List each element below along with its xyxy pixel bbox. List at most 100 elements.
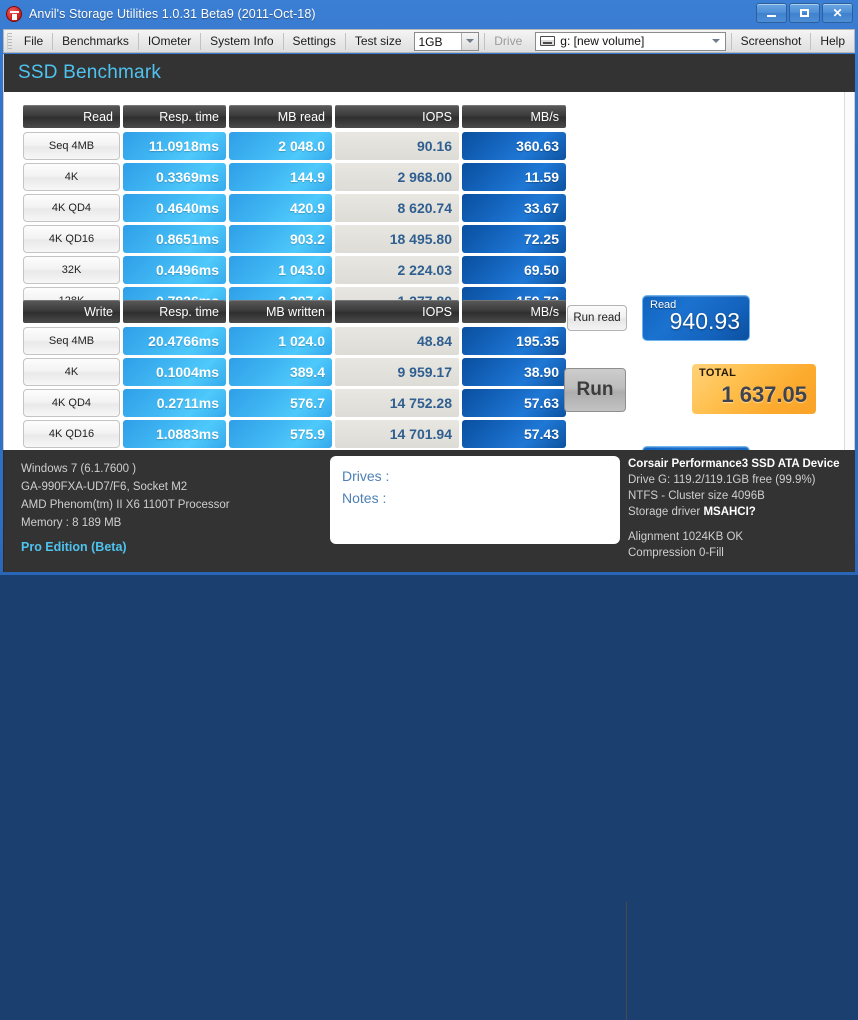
cell-iops: 14 752.28 (335, 389, 459, 417)
cell-resp-time: 0.1004ms (123, 358, 226, 386)
table-row: Seq 4MB 20.4766ms 1 024.0 48.84 195.35 (23, 327, 569, 355)
cell-mbs: 33.67 (462, 194, 566, 222)
scrollbar-track[interactable] (844, 92, 854, 450)
menu-item-screenshot[interactable]: Screenshot (732, 31, 811, 51)
drive-alignment: Alignment 1024KB OK (628, 531, 744, 543)
col-header-iops: IOPS (335, 105, 459, 128)
test-size-value: 1GB (418, 34, 443, 49)
menu-item-system-info[interactable]: System Info (201, 31, 282, 51)
col-header-mb-read: MB read (229, 105, 332, 128)
cell-mb: 1 043.0 (229, 256, 332, 284)
cell-resp-time: 0.4640ms (123, 194, 226, 222)
table-row: 4K QD4 0.4640ms 420.9 8 620.74 33.67 (23, 194, 569, 222)
drive-compression: Compression 0-Fill (628, 547, 724, 559)
col-header-mb-written: MB written (229, 300, 332, 323)
title-bar: Anvil's Storage Utilities 1.0.31 Beta9 (… (0, 0, 858, 27)
memory-info: Memory : 8 189 MB (21, 517, 122, 529)
row-label: 4K QD16 (23, 420, 120, 448)
minimize-button[interactable] (756, 3, 787, 23)
storage-driver-row: Storage driver MSAHCI? (628, 504, 840, 520)
motherboard-info: GA-990FXA-UD7/F6, Socket M2 (21, 481, 188, 493)
col-header-mbs: MB/s (462, 105, 566, 128)
page-header: SSD Benchmark (3, 54, 855, 92)
close-button[interactable]: ✕ (822, 3, 853, 23)
drive-select[interactable]: g: [new volume] (535, 31, 726, 51)
read-score-panel: Read 940.93 (642, 295, 750, 341)
col-header-resp-time: Resp. time (123, 300, 226, 323)
edition-label: Pro Edition (Beta) (21, 540, 127, 554)
drive-icon (540, 36, 556, 46)
drive-device-name: Corsair Performance3 SSD ATA Device (628, 458, 840, 470)
os-info: Windows 7 (6.1.7600 ) (21, 463, 137, 475)
chevron-down-icon[interactable] (707, 33, 725, 50)
col-header-mbs: MB/s (462, 300, 566, 323)
toolbar-grip-icon (7, 32, 12, 50)
cell-mb: 389.4 (229, 358, 332, 386)
cell-mb: 420.9 (229, 194, 332, 222)
window-controls: ✕ (756, 3, 853, 23)
cell-mbs: 57.63 (462, 389, 566, 417)
storage-driver-value: MSAHCI? (703, 506, 756, 518)
col-header-iops: IOPS (335, 300, 459, 323)
table-header-row: Read Resp. time MB read IOPS MB/s (23, 105, 569, 128)
row-label: 4K QD16 (23, 225, 120, 253)
table-row: 4K 0.3369ms 144.9 2 968.00 11.59 (23, 163, 569, 191)
cell-mb: 576.7 (229, 389, 332, 417)
menu-item-iometer[interactable]: IOmeter (139, 31, 200, 51)
window-title: Anvil's Storage Utilities 1.0.31 Beta9 (… (29, 6, 316, 21)
table-row: 4K QD16 0.8651ms 903.2 18 495.80 72.25 (23, 225, 569, 253)
run-button[interactable]: Run (564, 368, 626, 412)
total-score-label: TOTAL (699, 367, 737, 379)
cell-resp-time: 0.3369ms (123, 163, 226, 191)
bank-icon (6, 5, 22, 22)
col-header-read: Read (23, 105, 120, 128)
row-label: Seq 4MB (23, 132, 120, 160)
drive-capacity: Drive G: 119.2/119.1GB free (99.9%) (628, 474, 816, 486)
maximize-button[interactable] (789, 3, 820, 23)
drive-value: g: [new volume] (560, 34, 645, 48)
application-window: Anvil's Storage Utilities 1.0.31 Beta9 (… (0, 0, 858, 1020)
drives-label: Drives : (342, 468, 390, 484)
drive-filesystem: NTFS - Cluster size 4096B (628, 490, 765, 502)
cell-resp-time: 0.4496ms (123, 256, 226, 284)
menu-item-benchmarks[interactable]: Benchmarks (53, 31, 138, 51)
notes-input[interactable]: Drives : Notes : (330, 456, 620, 544)
cell-mbs: 69.50 (462, 256, 566, 284)
total-score-value: 1 637.05 (721, 382, 807, 407)
cell-mb: 1 024.0 (229, 327, 332, 355)
cell-mb: 2 048.0 (229, 132, 332, 160)
cell-iops: 90.16 (335, 132, 459, 160)
run-read-button[interactable]: Run read (567, 305, 627, 331)
system-info-block: Windows 7 (6.1.7600 ) GA-990FXA-UD7/F6, … (21, 460, 230, 556)
write-results-table: Write Resp. time MB written IOPS MB/s Se… (23, 300, 569, 451)
menu-bar: File Benchmarks IOmeter System Info Sett… (3, 29, 855, 53)
cell-mbs: 195.35 (462, 327, 566, 355)
notes-label: Notes : (342, 490, 387, 506)
cell-mbs: 11.59 (462, 163, 566, 191)
cpu-info: AMD Phenom(tm) II X6 1100T Processor (21, 499, 230, 511)
table-row: 4K QD16 1.0883ms 575.9 14 701.94 57.43 (23, 420, 569, 448)
cell-resp-time: 11.0918ms (123, 132, 226, 160)
page-title: SSD Benchmark (18, 62, 162, 83)
cell-mb: 575.9 (229, 420, 332, 448)
cell-mbs: 38.90 (462, 358, 566, 386)
chevron-down-icon[interactable] (461, 32, 479, 50)
menu-item-file[interactable]: File (15, 31, 52, 51)
test-size-select[interactable]: 1GB (413, 31, 480, 51)
table-row: 32K 0.4496ms 1 043.0 2 224.03 69.50 (23, 256, 569, 284)
row-label: 32K (23, 256, 120, 284)
read-results-table: Read Resp. time MB read IOPS MB/s Seq 4M… (23, 105, 569, 318)
menu-item-help[interactable]: Help (811, 31, 854, 51)
col-header-write: Write (23, 300, 120, 323)
cell-iops: 48.84 (335, 327, 459, 355)
row-label: 4K QD4 (23, 194, 120, 222)
cell-mbs: 57.43 (462, 420, 566, 448)
divider (626, 902, 627, 1020)
row-label: Seq 4MB (23, 327, 120, 355)
menu-item-settings[interactable]: Settings (283, 31, 344, 51)
col-header-resp-time: Resp. time (123, 105, 226, 128)
row-label: 4K (23, 163, 120, 191)
main-panel: Read Resp. time MB read IOPS MB/s Seq 4M… (3, 92, 855, 492)
cell-mb: 903.2 (229, 225, 332, 253)
